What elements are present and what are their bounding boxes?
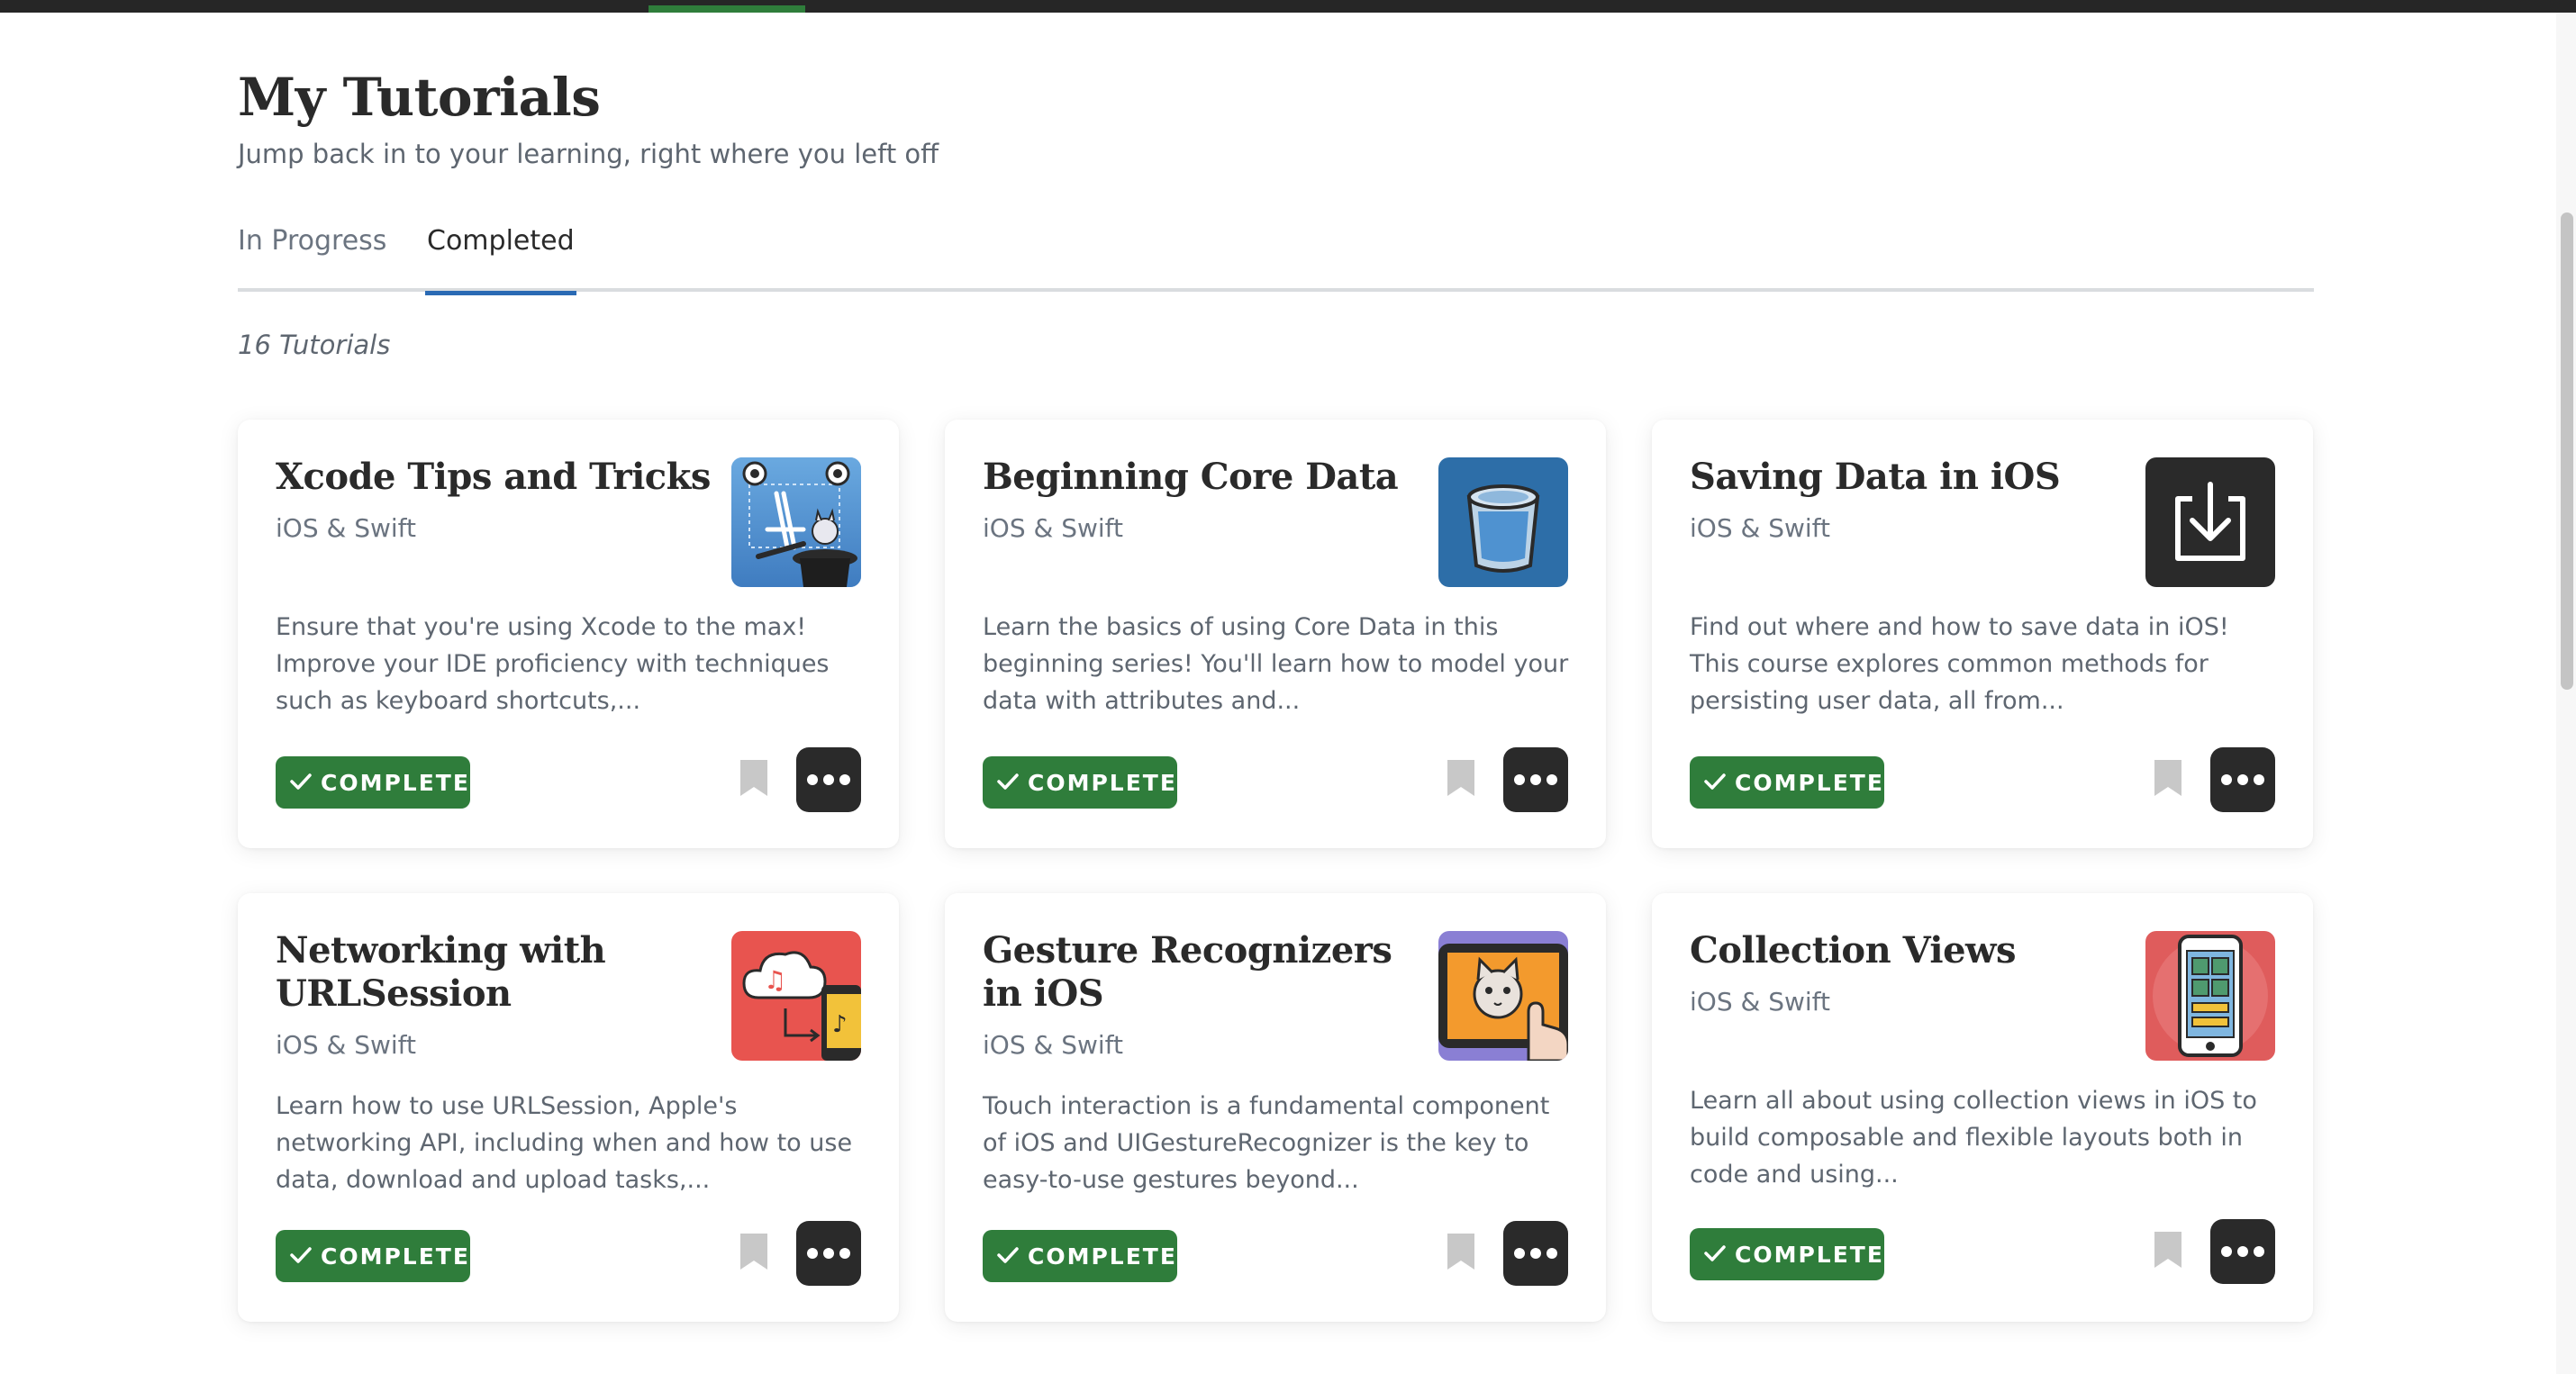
card-description: Learn all about using collection views i… bbox=[1690, 1087, 2257, 1189]
card-domain: iOS & Swift bbox=[983, 513, 1124, 543]
database-bucket-icon bbox=[1438, 457, 1568, 587]
card-title[interactable]: Beginning Core Data bbox=[983, 456, 1433, 499]
tab-in-progress[interactable]: In Progress bbox=[238, 225, 386, 292]
save-download-icon bbox=[2145, 457, 2275, 587]
status-badge: COMPLETED bbox=[276, 1230, 489, 1282]
status-text: COMPLETED bbox=[1028, 1243, 1198, 1270]
more-options-icon bbox=[2221, 774, 2232, 785]
card-description: Find out where and how to save data in i… bbox=[1690, 613, 2229, 715]
card-title[interactable]: Saving Data in iOS bbox=[1690, 456, 2140, 499]
more-options-icon bbox=[1547, 774, 1557, 785]
phone-grid-icon bbox=[2145, 931, 2275, 1061]
more-options-button[interactable] bbox=[796, 1221, 861, 1286]
card-description: Learn how to use URLSession, Apple's net… bbox=[276, 1092, 853, 1194]
more-options-icon bbox=[839, 1248, 850, 1259]
bookmark-icon[interactable] bbox=[2154, 1232, 2181, 1268]
card-description: Touch interaction is a fundamental compo… bbox=[983, 1092, 1550, 1194]
more-options-icon bbox=[1547, 1248, 1557, 1259]
card-domain: iOS & Swift bbox=[276, 1030, 417, 1060]
more-options-icon bbox=[2237, 774, 2248, 785]
checkmark-icon bbox=[290, 770, 312, 796]
page-scrollbar[interactable] bbox=[2556, 13, 2576, 1374]
card-domain: iOS & Swift bbox=[1690, 987, 1831, 1017]
more-options-icon bbox=[1530, 774, 1541, 785]
status-badge: COMPLETED bbox=[276, 756, 489, 809]
tutorial-card-networking[interactable]: Networking with URLSession iOS & Swift ♫… bbox=[238, 893, 899, 1322]
active-nav-indicator bbox=[649, 5, 805, 13]
status-text: COMPLETED bbox=[1028, 769, 1198, 796]
more-options-icon bbox=[807, 1248, 818, 1259]
tutorial-tabs: In Progress Completed bbox=[238, 216, 2314, 295]
checkmark-icon bbox=[1704, 1242, 1726, 1268]
more-options-icon bbox=[2237, 1246, 2248, 1257]
more-options-icon bbox=[823, 774, 834, 785]
checkmark-icon bbox=[290, 1243, 312, 1270]
status-text: COMPLETED bbox=[321, 769, 491, 796]
status-badge: COMPLETED bbox=[983, 1230, 1196, 1282]
more-options-icon bbox=[1514, 1248, 1525, 1259]
status-text: COMPLETED bbox=[321, 1243, 491, 1270]
page-subtitle: Jump back in to your learning, right whe… bbox=[238, 139, 939, 169]
more-options-button[interactable] bbox=[2210, 747, 2275, 812]
xcode-magic-hat-icon bbox=[731, 457, 861, 587]
checkmark-icon bbox=[997, 770, 1019, 796]
more-options-icon bbox=[2254, 1246, 2264, 1257]
more-options-icon bbox=[2221, 1246, 2232, 1257]
cat-tablet-touch-icon bbox=[1438, 931, 1568, 1061]
checkmark-icon bbox=[1704, 770, 1726, 796]
card-title[interactable]: Networking with URLSession bbox=[276, 929, 726, 1016]
card-description: Ensure that you're using Xcode to the ma… bbox=[276, 613, 830, 715]
more-options-icon bbox=[823, 1248, 834, 1259]
scrollbar-thumb[interactable] bbox=[2561, 212, 2573, 690]
bookmark-icon[interactable] bbox=[2154, 760, 2181, 796]
card-title[interactable]: Gesture Recognizers in iOS bbox=[983, 929, 1433, 1016]
more-options-button[interactable] bbox=[796, 747, 861, 812]
bookmark-icon[interactable] bbox=[740, 1234, 767, 1270]
bookmark-icon[interactable] bbox=[1447, 760, 1474, 796]
status-text: COMPLETED bbox=[1735, 769, 1905, 796]
bookmark-icon[interactable] bbox=[740, 760, 767, 796]
card-domain: iOS & Swift bbox=[983, 1030, 1124, 1060]
more-options-icon bbox=[839, 774, 850, 785]
top-navigation-bar bbox=[0, 0, 2576, 13]
card-domain: iOS & Swift bbox=[1690, 513, 1831, 543]
tutorial-card-gesture-recognizers[interactable]: Gesture Recognizers in iOS iOS & Swift T… bbox=[945, 893, 1606, 1322]
card-domain: iOS & Swift bbox=[276, 513, 417, 543]
tutorial-card-xcode-tips[interactable]: Xcode Tips and Tricks iOS & Swift Ensure… bbox=[238, 420, 899, 848]
tutorial-card-core-data[interactable]: Beginning Core Data iOS & Swift Learn th… bbox=[945, 420, 1606, 848]
status-badge: COMPLETED bbox=[983, 756, 1196, 809]
more-options-icon bbox=[807, 774, 818, 785]
svg-text:♪: ♪ bbox=[832, 1011, 848, 1038]
checkmark-icon bbox=[997, 1243, 1019, 1270]
status-badge: COMPLETED bbox=[1690, 1228, 1903, 1280]
more-options-button[interactable] bbox=[2210, 1219, 2275, 1284]
card-title[interactable]: Collection Views bbox=[1690, 929, 2140, 972]
page-title: My Tutorials bbox=[238, 67, 601, 128]
more-options-button[interactable] bbox=[1503, 747, 1568, 812]
status-text: COMPLETED bbox=[1735, 1241, 1905, 1268]
tutorial-card-collection-views[interactable]: Collection Views iOS & Swift Learn all a… bbox=[1652, 893, 2313, 1322]
more-options-icon bbox=[2254, 774, 2264, 785]
bookmark-icon[interactable] bbox=[1447, 1234, 1474, 1270]
more-options-button[interactable] bbox=[1503, 1221, 1568, 1286]
tutorial-card-saving-data[interactable]: Saving Data in iOS iOS & Swift Find out … bbox=[1652, 420, 2313, 848]
status-badge: COMPLETED bbox=[1690, 756, 1903, 809]
card-title[interactable]: Xcode Tips and Tricks bbox=[276, 456, 726, 499]
svg-text:♫: ♫ bbox=[764, 965, 786, 995]
cloud-music-phone-icon: ♫ ♪ bbox=[731, 931, 861, 1061]
more-options-icon bbox=[1530, 1248, 1541, 1259]
tutorial-count: 16 Tutorials bbox=[238, 330, 391, 360]
tab-completed[interactable]: Completed bbox=[425, 225, 576, 295]
more-options-icon bbox=[1514, 774, 1525, 785]
card-description: Learn the basics of using Core Data in t… bbox=[983, 613, 1569, 715]
